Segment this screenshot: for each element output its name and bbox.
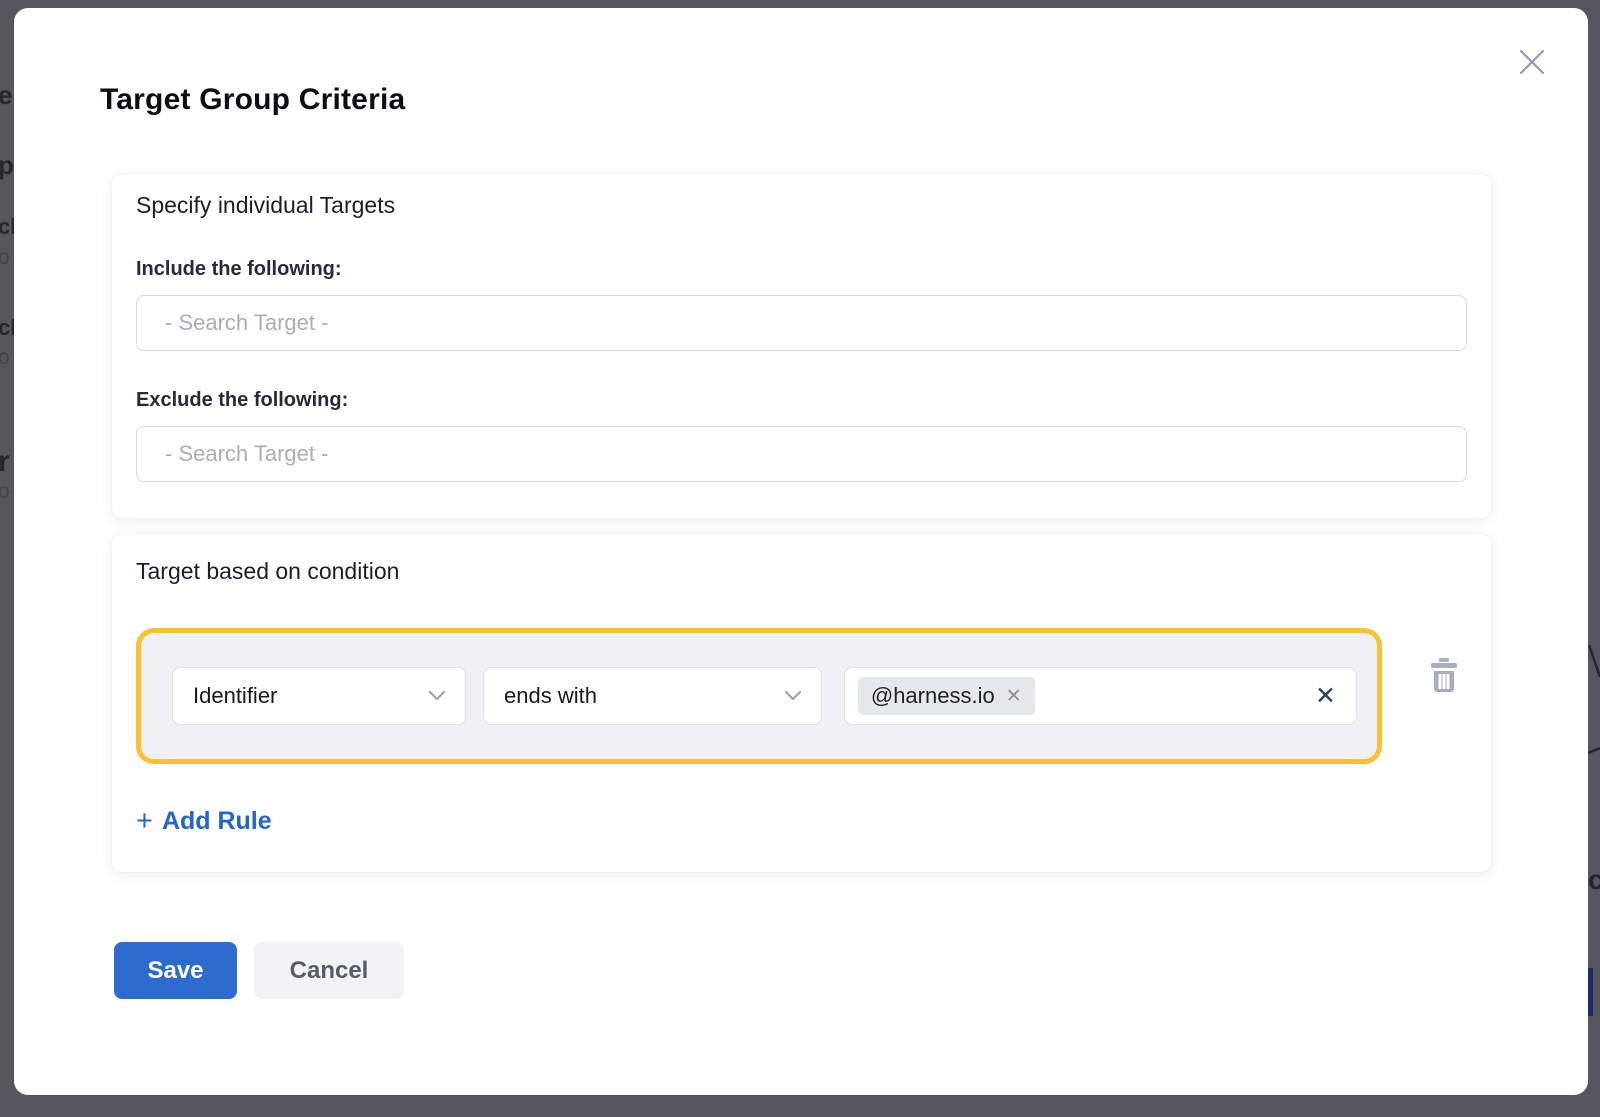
close-icon[interactable]	[1516, 46, 1548, 78]
cancel-button[interactable]: Cancel	[254, 942, 404, 999]
backdrop-chart-line-fragment	[1588, 645, 1600, 770]
individual-targets-section: Specify individual Targets Include the f…	[112, 174, 1491, 518]
dialog-footer: Save Cancel	[114, 942, 1493, 999]
backdrop-text-fragment: r	[0, 447, 10, 477]
backdrop-text-fragment: o	[0, 247, 10, 268]
chevron-down-icon	[785, 691, 801, 701]
backdrop-text-fragment: c	[1588, 866, 1600, 894]
exclude-targets-search-input[interactable]	[136, 426, 1467, 482]
chevron-down-icon	[429, 691, 445, 701]
save-button[interactable]: Save	[114, 942, 237, 999]
condition-heading: Target based on condition	[136, 556, 1467, 586]
value-tag-text: @harness.io	[871, 683, 995, 709]
values-multiselect-input[interactable]: @harness.io ✕ ✕	[844, 667, 1357, 725]
condition-section: Target based on condition Identifier end…	[112, 534, 1491, 872]
operator-select-value: ends with	[504, 683, 597, 709]
include-targets-search-input[interactable]	[136, 295, 1467, 351]
individual-targets-heading: Specify individual Targets	[136, 190, 1467, 220]
trash-icon	[1429, 658, 1459, 692]
backdrop-bar-fragment	[1588, 968, 1593, 1016]
tag-remove-icon[interactable]: ✕	[1006, 687, 1022, 706]
exclude-label: Exclude the following:	[136, 387, 1467, 413]
dialog-title: Target Group Criteria	[100, 80, 1493, 120]
add-rule-button[interactable]: + Add Rule	[136, 806, 272, 836]
include-label: Include the following:	[136, 256, 1467, 282]
backdrop-text-fragment: o	[0, 347, 10, 368]
backdrop-text-fragment: pe	[0, 152, 14, 178]
attribute-select-value: Identifier	[193, 683, 277, 709]
add-rule-label: Add Rule	[162, 806, 272, 836]
condition-rule-row: Identifier ends with @harness.io ✕	[136, 628, 1382, 764]
backdrop-left-strip: er pe cl o cl o r o	[0, 0, 14, 1117]
value-tag: @harness.io ✕	[858, 677, 1035, 715]
backdrop-text-fragment: cl	[0, 216, 14, 238]
plus-icon: +	[136, 807, 153, 835]
backdrop-text-fragment: cl	[0, 317, 14, 339]
clear-values-icon[interactable]: ✕	[1315, 684, 1336, 709]
backdrop-text-fragment: o	[0, 481, 10, 502]
operator-select[interactable]: ends with	[483, 667, 822, 725]
attribute-select[interactable]: Identifier	[172, 667, 466, 725]
backdrop-right-strip: c	[1588, 0, 1600, 1117]
backdrop-text-fragment: er	[0, 82, 14, 108]
delete-rule-button[interactable]	[1429, 658, 1459, 692]
target-group-criteria-dialog: Target Group Criteria Specify individual…	[14, 8, 1588, 1095]
